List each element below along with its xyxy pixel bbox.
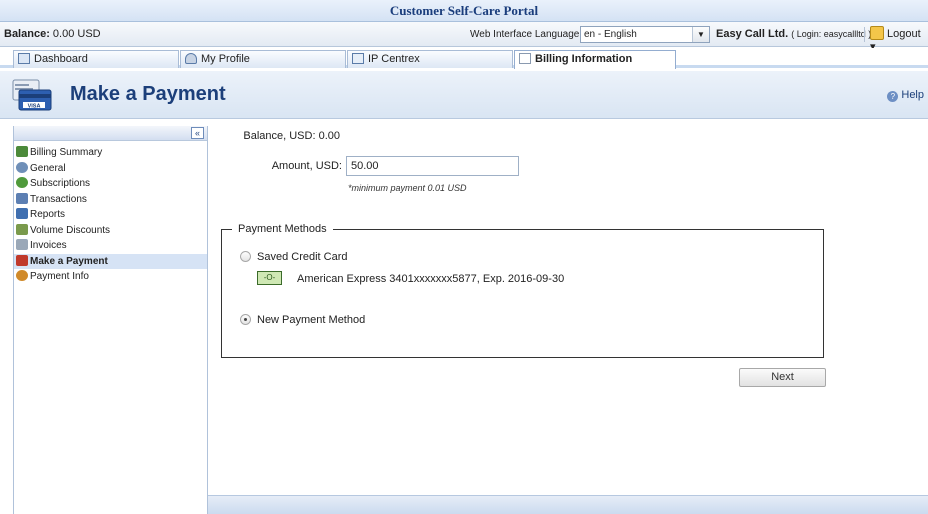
payment-icon [16,254,28,266]
discount-icon [16,223,28,235]
radio-saved-credit-card[interactable] [240,251,251,262]
svg-text:VISA: VISA [28,104,41,110]
tab-label: My Profile [201,53,250,65]
sidebar-item-payment-info[interactable]: Payment Info [14,269,207,285]
balance-field: Balance, USD: 0.00 [220,130,340,142]
page-title: Make a Payment [70,83,226,105]
credit-card-icon: -O- [257,271,282,285]
balance-field-label: Balance, USD: [243,130,316,142]
gear-icon [16,161,28,173]
payment-methods-group: Payment Methods [221,223,824,358]
app-title: Customer Self-Care Portal [0,0,928,22]
sidebar-item-label: General [30,162,66,174]
tab-ip-centrex[interactable]: IP Centrex [347,50,513,68]
sidebar-item-label: Billing Summary [30,147,103,158]
account-balance: Balance: 0.00 USD [4,28,101,40]
company-name: Easy Call Ltd. [716,28,789,40]
dashboard-icon [18,53,30,64]
balance-label: Balance: [4,28,50,40]
tab-label: Billing Information [535,53,633,65]
saved-credit-card-label: Saved Credit Card [257,251,348,263]
content-footer [208,495,928,514]
bar-chart-icon [16,208,28,219]
radio-new-payment-method[interactable] [240,314,251,325]
help-label: Help [901,89,924,101]
language-label: Web Interface Language: [470,29,583,40]
balance-field-value: 0.00 [318,130,340,142]
lock-icon [870,26,884,40]
sidebar-item-label: Reports [30,209,66,220]
chevron-down-icon[interactable]: ▼ [692,27,709,42]
payment-methods-legend: Payment Methods [232,223,333,235]
sidebar-item-reports[interactable]: Reports [14,207,207,223]
sidebar-item-invoices[interactable]: Invoices [14,238,207,254]
new-payment-method-option[interactable]: New Payment Method [240,314,365,326]
invoice-icon [16,239,28,250]
tab-label: IP Centrex [368,53,420,65]
next-button[interactable]: Next [739,368,826,387]
collapse-icon[interactable]: « [191,127,204,139]
tab-my-profile[interactable]: My Profile [180,50,346,68]
sidebar-item-transactions[interactable]: Transactions [14,192,207,208]
logout-label: Logout [887,28,921,40]
login-text: ( Login: easycallltd ) [791,29,872,39]
new-payment-method-label: New Payment Method [257,314,366,326]
list-icon [16,192,28,204]
divider [864,27,865,42]
tab-label: Dashboard [34,53,88,65]
refresh-icon [16,177,28,188]
info-bar: Balance: 0.00 USD Web Interface Language… [0,22,928,53]
network-icon [352,53,364,64]
sidebar-item-label: Payment Info [30,271,89,282]
sidebar: « Billing Summary General Subscriptions … [13,126,208,514]
sidebar-item-general[interactable]: General [14,161,207,177]
help-icon: ? [887,91,899,102]
chart-icon [16,146,28,157]
sidebar-item-volume-discounts[interactable]: Volume Discounts [14,223,207,239]
help-link[interactable]: ? Help [887,89,924,102]
sidebar-item-make-a-payment[interactable]: Make a Payment [14,253,207,269]
tab-dashboard[interactable]: Dashboard [13,50,179,68]
document-icon [519,53,531,64]
sidebar-item-label: Subscriptions [30,178,91,189]
balance-value: 0.00 USD [52,28,101,40]
sidebar-item-label: Make a Payment [30,255,108,267]
user-icon [185,53,197,64]
amount-label: Amount, USD: [271,160,342,172]
amount-input[interactable]: 50.00 [346,156,519,176]
language-value: en - English [584,29,637,40]
sidebar-list: Billing Summary General Subscriptions Tr… [14,141,207,285]
sidebar-item-label: Transactions [30,193,87,205]
sidebar-header: « [14,126,207,141]
language-select[interactable]: en - English ▼ [580,26,710,43]
tab-billing-information[interactable]: Billing Information [514,50,676,69]
sidebar-item-label: Volume Discounts [30,224,111,236]
minimum-payment-note: *minimum payment 0.01 USD [348,183,467,193]
sidebar-item-subscriptions[interactable]: Subscriptions [14,176,207,192]
sidebar-item-label: Invoices [30,240,67,251]
main-tabs: Dashboard My Profile IP Centrex Billing … [0,48,928,69]
saved-card-details: American Express 3401xxxxxxx5877, Exp. 2… [297,273,565,285]
saved-credit-card-option[interactable]: Saved Credit Card [240,251,348,263]
credit-card-icon: VISA [12,79,52,111]
sidebar-item-billing-summary[interactable]: Billing Summary [14,145,207,161]
info-icon [16,270,28,281]
page-header: VISA Make a Payment ? Help [0,71,928,119]
company-info: Easy Call Ltd. ( Login: easycallltd ) [716,28,871,40]
